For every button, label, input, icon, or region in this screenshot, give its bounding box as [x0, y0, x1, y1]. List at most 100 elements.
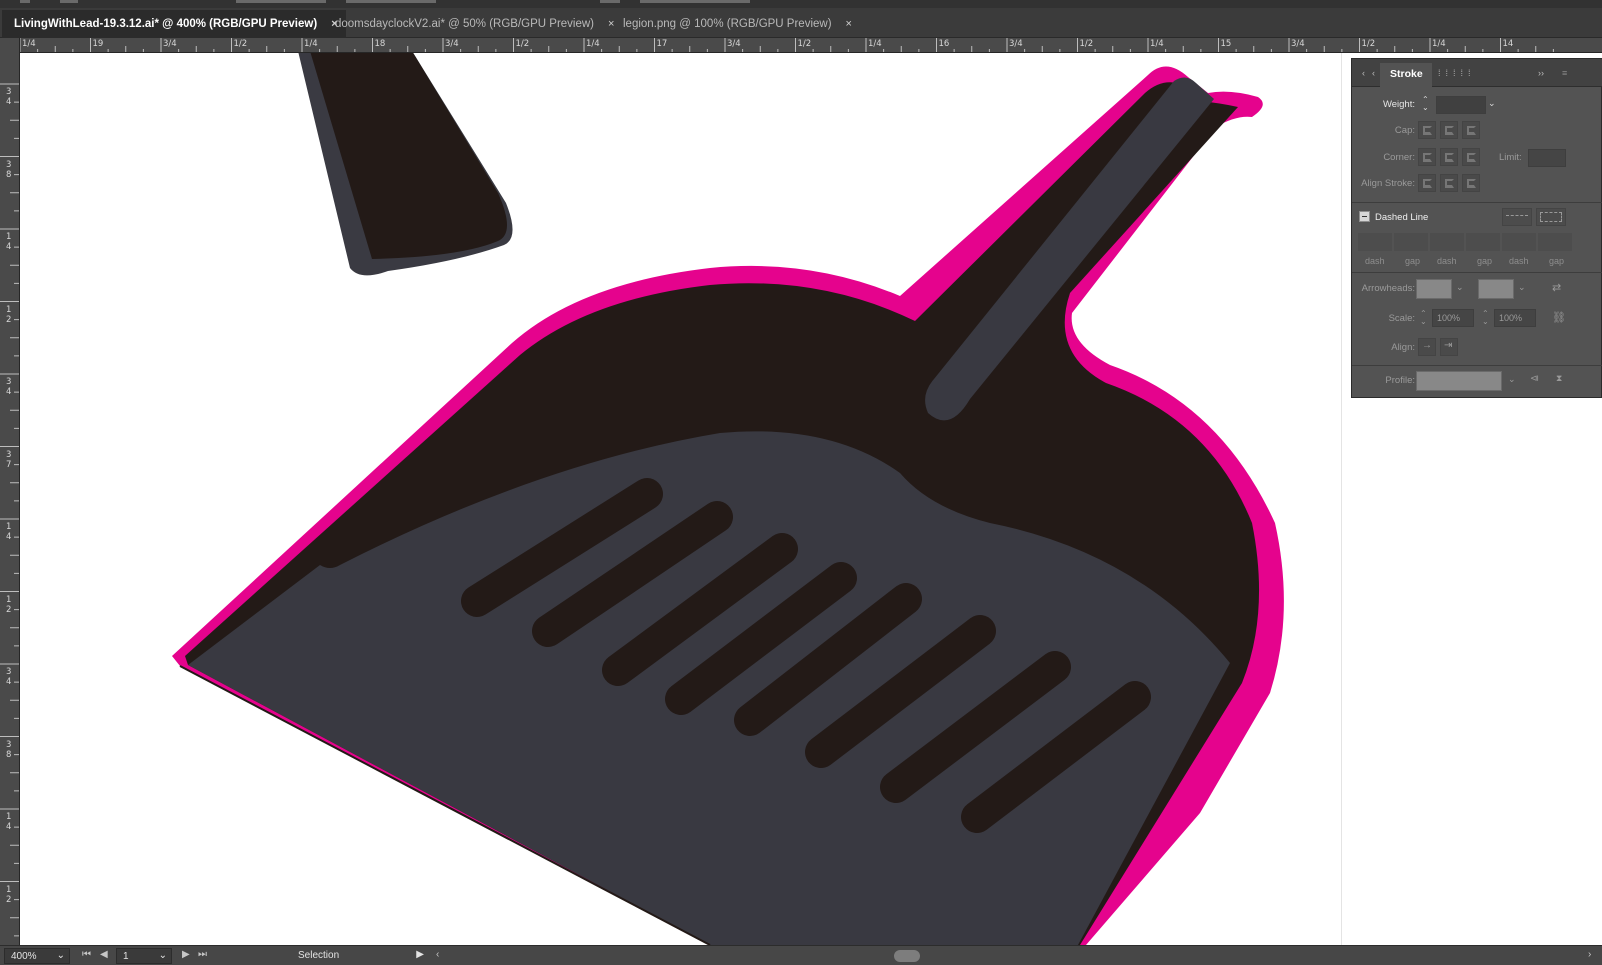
swap-arrowheads-icon[interactable]: ⇄ [1552, 281, 1561, 294]
zoom-field[interactable]: 400% ⌄ [4, 948, 70, 964]
start-arrowhead-select[interactable] [1416, 279, 1452, 299]
zoom-value: 400% [11, 951, 37, 962]
current-tool-label: Selection [298, 950, 340, 961]
corner-label: Corner: [1383, 152, 1415, 163]
ruler-label: 3 [6, 87, 12, 97]
previous-artboard-icon[interactable]: ◀ [100, 949, 108, 960]
align-outside-button[interactable] [1462, 174, 1480, 192]
dash-label: dash [1509, 256, 1529, 266]
ruler-label: 1 [6, 812, 12, 822]
weight-dropdown-icon[interactable]: ⌄ [1488, 98, 1496, 109]
gap-label: gap [1477, 256, 1493, 266]
dash-3-input[interactable] [1502, 233, 1536, 251]
arrow-align-icon: → [1422, 340, 1432, 351]
dash-1-input[interactable] [1358, 233, 1392, 251]
link-scale-icon[interactable]: ⛓ [1552, 311, 1566, 324]
panel-menu-icon[interactable]: ≡ [1562, 68, 1567, 78]
application-bar [0, 0, 1602, 8]
divider [1352, 365, 1602, 366]
status-tool-field[interactable]: Selection ▶ [220, 948, 432, 964]
gap-3-input[interactable] [1538, 233, 1572, 251]
artboard-dropdown-icon[interactable]: ⌄ [159, 950, 167, 961]
round-cap-button[interactable] [1440, 121, 1458, 139]
tab-label: LivingWithLead-19.3.12.ai* @ 400% (RGB/G… [14, 18, 318, 30]
ruler-label: 3/4 [445, 39, 459, 49]
profile-dropdown-icon[interactable]: ⌄ [1508, 374, 1516, 385]
scale-end-stepper-icon[interactable]: ⌃ ⌄ [1482, 310, 1489, 326]
ruler-label: 2 [6, 604, 12, 615]
flip-across-icon[interactable]: ⧗ [1556, 373, 1562, 384]
ruler-label: 18 [374, 39, 386, 49]
projecting-cap-button[interactable] [1462, 121, 1480, 139]
ruler-label: 3/4 [727, 39, 741, 49]
gap-label: gap [1549, 256, 1565, 266]
ruler-label: 3/4 [163, 39, 177, 49]
tab-doomsdayclock[interactable]: doomsdayclockV2.ai* @ 50% (RGB/GPU Previ… [323, 10, 622, 38]
horizontal-ruler[interactable]: 1/4 19 3/4 1/2 1/4 18 3/4 1/2 1/4 17 3/4 1/2 1/4 16 3/… [20, 38, 1602, 53]
scroll-right-icon[interactable]: › [1588, 949, 1591, 960]
arrow-extend-button[interactable]: → [1418, 338, 1436, 356]
profile-select[interactable] [1416, 371, 1502, 391]
handle-fragment[interactable] [298, 53, 513, 276]
stroke-tab-label: Stroke [1390, 68, 1423, 80]
arrow-align-icon: ⇥ [1444, 340, 1453, 351]
status-menu-icon[interactable]: ▶ [416, 949, 424, 960]
start-arrowhead-dropdown-icon[interactable]: ⌄ [1456, 282, 1464, 293]
align-dashes-button[interactable] [1536, 208, 1566, 226]
scroll-left-icon[interactable]: ‹ [436, 949, 439, 960]
tab-legion[interactable]: legion.png @ 100% (RGB/GPU Preview) × [611, 10, 860, 38]
ruler-label: 1/4 [304, 39, 318, 49]
limit-input[interactable] [1528, 149, 1566, 167]
app-menu-marker [236, 0, 326, 3]
butt-cap-button[interactable] [1418, 121, 1436, 139]
close-tab-icon[interactable]: × [846, 18, 852, 30]
tab-label: doomsdayclockV2.ai* @ 50% (RGB/GPU Previ… [335, 18, 595, 30]
stroke-panel: ‹ ‹ Stroke ⁞⁞⁞⁞⁞ ›› ≡ Weight: ⌃ ⌄ ⌄ Cap: … [1351, 58, 1602, 398]
scrollbar-thumb[interactable] [894, 950, 920, 962]
tab-stroke[interactable]: Stroke [1380, 63, 1432, 87]
bevel-join-button[interactable] [1462, 148, 1480, 166]
ruler-label: 3 [6, 377, 12, 387]
weight-input[interactable] [1436, 96, 1486, 114]
dashed-line-label: Dashed Line [1375, 212, 1429, 223]
ruler-label: 1/2 [233, 39, 248, 49]
end-arrowhead-select[interactable] [1478, 279, 1514, 299]
ruler-label: 3 [6, 449, 12, 460]
dashed-line-checkbox[interactable] [1359, 211, 1370, 222]
collapse-left-icon[interactable]: ‹ [1362, 68, 1365, 78]
dash-2-input[interactable] [1430, 233, 1464, 251]
ruler-label: 3/4 [1009, 39, 1023, 49]
ruler-label: 3 [6, 667, 12, 677]
horizontal-scrollbar[interactable] [448, 949, 1583, 963]
round-join-button[interactable] [1440, 148, 1458, 166]
weight-stepper-icon[interactable]: ⌃ ⌄ [1422, 96, 1429, 112]
ruler-label: 1/2 [515, 39, 530, 49]
preserve-dashes-button[interactable] [1502, 208, 1532, 226]
scale-start-stepper-icon[interactable]: ⌃ ⌄ [1420, 310, 1427, 326]
artboard-number-field[interactable]: 1 ⌄ [116, 948, 172, 964]
dash-label: dash [1365, 256, 1385, 266]
expand-panels-icon[interactable]: ›› [1538, 68, 1544, 78]
ruler-label: 1 [6, 304, 12, 315]
vertical-ruler[interactable]: 343814123437141234381412 [0, 38, 20, 945]
first-artboard-icon[interactable]: ⏮ [82, 949, 91, 960]
other-panel-tabs-icon[interactable]: ⁞⁞⁞⁞⁞ [1438, 68, 1476, 78]
scale-start-input[interactable]: 100% [1432, 309, 1474, 327]
tab-livingwithlead[interactable]: LivingWithLead-19.3.12.ai* @ 400% (RGB/G… [2, 10, 346, 38]
gap-label: gap [1405, 256, 1421, 266]
arrow-place-button[interactable]: ⇥ [1440, 338, 1458, 356]
panel-menu-icon[interactable]: ‹ [1372, 68, 1375, 78]
gap-2-input[interactable] [1466, 233, 1500, 251]
align-inside-button[interactable] [1440, 174, 1458, 192]
miter-join-button[interactable] [1418, 148, 1436, 166]
gap-1-input[interactable] [1394, 233, 1428, 251]
limit-label: Limit: [1499, 152, 1522, 163]
end-arrowhead-dropdown-icon[interactable]: ⌄ [1518, 282, 1526, 293]
align-center-button[interactable] [1418, 174, 1436, 192]
flip-along-icon[interactable]: ⧏ [1530, 373, 1539, 384]
last-artboard-icon[interactable]: ⏭ [198, 949, 207, 960]
ruler-label: 1/4 [868, 39, 882, 49]
next-artboard-icon[interactable]: ▶ [182, 949, 190, 960]
scale-end-input[interactable]: 100% [1494, 309, 1536, 327]
zoom-dropdown-icon[interactable]: ⌄ [57, 950, 65, 961]
